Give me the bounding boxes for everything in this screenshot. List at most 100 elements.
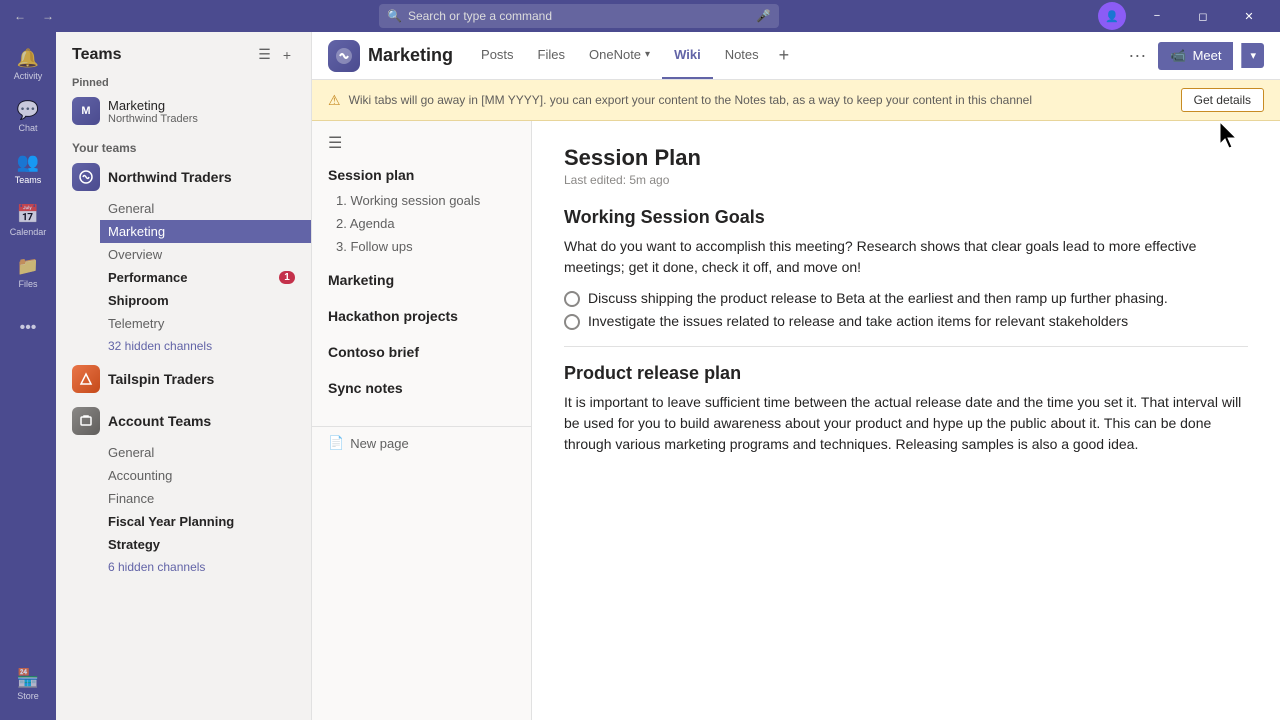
search-icon: 🔍	[387, 9, 402, 23]
warning-text: Wiki tabs will go away in [MM YYYY]. you…	[349, 93, 1173, 107]
rail-label-chat: Chat	[18, 123, 37, 133]
title-bar-right: 👤 − ◻ ✕	[1098, 0, 1272, 32]
wiki-new-page-button[interactable]: 📄 New page	[312, 426, 531, 459]
wiki-item-working-session-goals[interactable]: 1. Working session goals	[312, 189, 531, 212]
wiki-section-contoso-title[interactable]: Contoso brief	[312, 338, 531, 366]
rail-item-more[interactable]: •••	[4, 304, 52, 352]
wiki-page-title: Session Plan	[564, 145, 1248, 171]
teams-icon: 👥	[17, 152, 39, 173]
search-bar[interactable]: 🔍 Search or type a command 🎤	[379, 4, 779, 28]
team-row-account[interactable]: Account Teams •••	[56, 401, 311, 441]
warning-banner: ⚠ Wiki tabs will go away in [MM YYYY]. y…	[312, 80, 1280, 121]
wiki-sidebar: ☰ Session plan 1. Working session goals …	[312, 121, 532, 720]
wiki-section-contoso: Contoso brief	[312, 338, 531, 366]
wiki-item-agenda[interactable]: 2. Agenda	[312, 212, 531, 235]
tailspin-name: Tailspin Traders	[108, 371, 266, 387]
wiki-section-marketing-title[interactable]: Marketing	[312, 266, 531, 294]
back-button[interactable]: ←	[8, 4, 32, 28]
channel-telemetry[interactable]: Telemetry	[100, 312, 311, 335]
wiki-last-edited: Last edited: 5m ago	[564, 173, 1248, 187]
channel-strategy[interactable]: Strategy	[100, 533, 311, 556]
pinned-item-marketing[interactable]: M Marketing Northwind Traders	[72, 93, 295, 129]
channel-general-northwind[interactable]: General	[100, 197, 311, 220]
mic-icon[interactable]: 🎤	[756, 9, 771, 23]
wiki-section-hackathon-title[interactable]: Hackathon projects	[312, 302, 531, 330]
meet-label: Meet	[1193, 48, 1222, 63]
checklist-text-2: Investigate the issues related to releas…	[588, 313, 1128, 329]
avatar[interactable]: 👤	[1098, 2, 1126, 30]
tab-onenote[interactable]: OneNote ▾	[577, 32, 662, 79]
pinned-label: Pinned	[72, 77, 295, 89]
channel-general-account[interactable]: General	[100, 441, 311, 464]
rail-item-calendar[interactable]: 📅 Calendar	[4, 196, 52, 244]
restore-button[interactable]: ◻	[1180, 0, 1226, 32]
tailspin-icon	[72, 365, 100, 393]
northwind-icon	[72, 163, 100, 191]
more-apps-icon: •••	[20, 319, 37, 337]
sidebar-header-actions: ☰ +	[254, 44, 295, 65]
tab-files-label: Files	[538, 47, 565, 62]
nav-controls: ← →	[8, 4, 60, 28]
channel-overview[interactable]: Overview	[100, 243, 311, 266]
more-options-button[interactable]: ···	[1124, 41, 1150, 70]
rail-label-teams: Teams	[15, 175, 42, 185]
account-icon	[72, 407, 100, 435]
channel-fiscal-year[interactable]: Fiscal Year Planning	[100, 510, 311, 533]
meet-dropdown-button[interactable]: ▾	[1241, 43, 1264, 68]
channel-performance[interactable]: Performance 1	[100, 266, 311, 289]
team-row-northwind[interactable]: Northwind Traders •••	[56, 157, 311, 197]
sidebar: Teams ☰ + Pinned M Marketing Northwind T…	[56, 32, 312, 720]
tab-files[interactable]: Files	[526, 32, 577, 79]
wiki-section-session-plan-title[interactable]: Session plan	[312, 161, 531, 189]
meet-button[interactable]: 📹 Meet	[1158, 42, 1233, 70]
tab-list: Posts Files OneNote ▾ Wiki Notes +	[469, 32, 1124, 79]
close-button[interactable]: ✕	[1226, 0, 1272, 32]
get-details-button[interactable]: Get details	[1181, 88, 1264, 112]
add-tab-button[interactable]: +	[771, 45, 798, 66]
tab-notes-label: Notes	[725, 47, 759, 62]
checkbox-1[interactable]	[564, 291, 580, 307]
add-team-button[interactable]: +	[279, 44, 295, 65]
northwind-name: Northwind Traders	[108, 169, 266, 185]
wiki-section-session-plan: Session plan 1. Working session goals 2.…	[312, 161, 531, 258]
rail-label-store: Store	[17, 691, 39, 701]
minimize-button[interactable]: −	[1134, 0, 1180, 32]
channel-shiproom[interactable]: Shiproom	[100, 289, 311, 312]
wiki-section-marketing: Marketing	[312, 266, 531, 294]
northwind-channels: General Marketing Overview Performance 1…	[56, 197, 311, 357]
checkbox-2[interactable]	[564, 314, 580, 330]
channel-accounting[interactable]: Accounting	[100, 464, 311, 487]
title-bar-left: ← →	[8, 4, 60, 28]
rail-item-chat[interactable]: 💬 Chat	[4, 92, 52, 140]
rail-item-activity[interactable]: 🔔 Activity	[4, 40, 52, 88]
forward-button[interactable]: →	[36, 4, 60, 28]
tab-notes[interactable]: Notes	[713, 32, 771, 79]
team-group-tailspin: Tailspin Traders •••	[56, 359, 311, 399]
wiki-section-sync-notes-title[interactable]: Sync notes	[312, 374, 531, 402]
rail-more[interactable]: •••	[4, 304, 52, 352]
performance-badge: 1	[279, 271, 295, 284]
tab-wiki[interactable]: Wiki	[662, 32, 713, 79]
northwind-hidden-channels[interactable]: 32 hidden channels	[100, 335, 311, 357]
wiki-heading-working-session-goals: Working Session Goals	[564, 207, 1248, 228]
filter-button[interactable]: ☰	[254, 44, 275, 65]
tab-posts[interactable]: Posts	[469, 32, 526, 79]
wiki-area: ☰ Session plan 1. Working session goals …	[312, 121, 1280, 720]
account-hidden-channels[interactable]: 6 hidden channels	[100, 556, 311, 578]
checklist-item-1: Discuss shipping the product release to …	[564, 290, 1248, 307]
channel-marketing[interactable]: Marketing	[100, 220, 311, 243]
wiki-hamburger-button[interactable]: ☰	[328, 133, 342, 153]
channel-performance-label: Performance	[108, 270, 187, 285]
rail-label-calendar: Calendar	[10, 227, 47, 237]
team-row-tailspin[interactable]: Tailspin Traders •••	[56, 359, 311, 399]
rail-item-store[interactable]: 🏪 Store	[4, 660, 52, 708]
search-placeholder: Search or type a command	[408, 9, 552, 23]
rail-item-files[interactable]: 📁 Files	[4, 248, 52, 296]
your-teams-label: Your teams	[56, 137, 311, 157]
rail-item-teams[interactable]: 👥 Teams	[4, 144, 52, 192]
title-bar: ← → 🔍 Search or type a command 🎤 👤 − ◻ ✕	[0, 0, 1280, 32]
wiki-item-follow-ups[interactable]: 3. Follow ups	[312, 235, 531, 258]
channel-finance[interactable]: Finance	[100, 487, 311, 510]
checklist-item-2: Investigate the issues related to releas…	[564, 313, 1248, 330]
rail-label-activity: Activity	[14, 71, 43, 81]
